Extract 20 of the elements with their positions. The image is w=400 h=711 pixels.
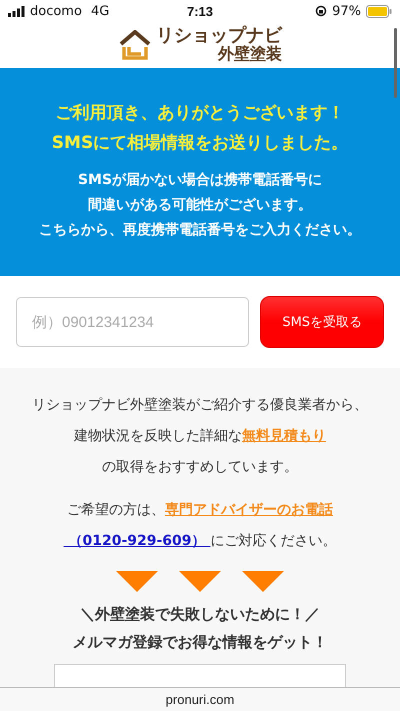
paragraph-text: の取得をおすすめしています。 <box>102 459 298 475</box>
newsletter-heading: ＼外壁塗装で失敗しないために！／ メルマガ登録でお得な情報をゲット！ <box>72 604 328 653</box>
phone-link[interactable]: （0120-929-609） <box>64 533 210 549</box>
paragraph-text: 建物状況を反映した詳細な <box>74 428 242 444</box>
paragraph-text: リショップナビ外壁塗装がご紹介する優良業者から、 <box>32 397 368 413</box>
battery-percent: 97% <box>332 4 361 18</box>
banner-message: SMSが届かない場合は携帯電話番号に 間違いがある可能性がございます。 こちらから、再度携帯電話番号をご入力ください。 <box>38 171 362 240</box>
text-link[interactable]: 専門アドバイザーのお電話 <box>165 502 333 518</box>
phone-input-field[interactable]: 例）09012341234 <box>16 297 250 347</box>
receive-sms-button[interactable]: SMSを受取る <box>260 296 384 348</box>
site-domain: pronuri.com <box>166 692 234 707</box>
paragraph-text: ご希望の方は、 <box>67 502 165 518</box>
carrier-name: docomo <box>30 4 82 18</box>
clock-time: 7:13 <box>186 4 214 18</box>
network-type: 4G <box>90 4 110 18</box>
text-link[interactable]: 無料見積もり <box>242 428 326 444</box>
logo-subtitle: 外壁塗装 <box>218 46 282 63</box>
logo-title: リショップナビ <box>156 27 282 46</box>
banner-headline: ご利用頂き、ありがとうございます！ SMSにて相場情報をお送りしました。 <box>50 102 350 155</box>
paragraph-text: にご対応ください。 <box>210 533 336 549</box>
